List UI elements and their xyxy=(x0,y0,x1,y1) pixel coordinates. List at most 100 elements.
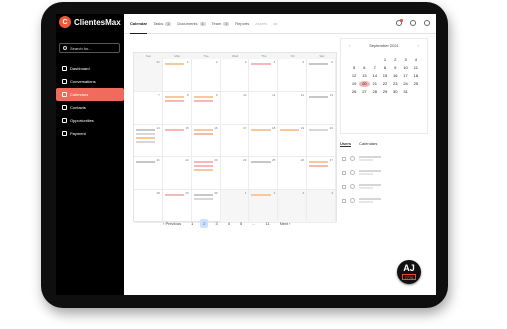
calendar-event[interactable] xyxy=(193,169,213,172)
mini-day[interactable]: 22 xyxy=(380,81,390,87)
user-row[interactable] xyxy=(340,198,428,203)
calendar-day-cell[interactable]: 2 xyxy=(191,59,221,92)
calendar-day-cell[interactable]: 21 xyxy=(134,157,163,191)
calendar-day-cell[interactable]: 18 xyxy=(249,124,279,158)
calendar-event[interactable] xyxy=(164,95,184,98)
mini-prev-button[interactable]: ‹ xyxy=(349,43,350,48)
sidebar-item-opportunities[interactable]: Opportunities xyxy=(56,114,124,127)
calendar-day-cell[interactable]: 20 xyxy=(307,124,336,158)
calendar-event[interactable] xyxy=(164,128,184,131)
mini-day[interactable]: 18 xyxy=(411,73,421,79)
calendar-event[interactable] xyxy=(309,63,329,65)
search-input[interactable]: Search for... xyxy=(59,43,120,53)
mini-day[interactable]: 10 xyxy=(400,65,410,71)
tab-documents[interactable]: Documents 1 xyxy=(177,14,206,34)
sidebar-item-dashboard[interactable]: Dashboard xyxy=(56,62,124,75)
mini-day[interactable]: 13 xyxy=(359,73,369,79)
mini-day[interactable]: 3 xyxy=(400,57,410,63)
mini-day[interactable]: 26 xyxy=(349,89,359,95)
calendar-event[interactable] xyxy=(309,165,329,168)
tab-calendar[interactable]: Calendar xyxy=(130,14,148,34)
calendar-event[interactable] xyxy=(309,128,329,131)
tab-reports[interactable]: Reports xyxy=(235,14,249,34)
calendar-event[interactable] xyxy=(136,140,156,143)
calendar-day-cell[interactable]: 3 xyxy=(220,59,250,92)
calendar-day-cell[interactable]: 25 xyxy=(249,157,279,191)
calendar-day-cell[interactable]: 10 xyxy=(220,91,250,125)
calendar-event[interactable] xyxy=(193,165,213,168)
mini-day[interactable]: 6 xyxy=(359,65,369,71)
calendar-event[interactable] xyxy=(193,99,213,102)
calendar-day-cell[interactable]: 4 xyxy=(307,190,336,223)
page-button[interactable]: 2 xyxy=(200,219,209,228)
mini-next-button[interactable]: › xyxy=(418,43,419,48)
calendar-event[interactable] xyxy=(193,198,213,201)
page-button[interactable]: 11 xyxy=(263,219,273,228)
calendar-day-cell[interactable]: 19 xyxy=(278,124,308,158)
tab-team[interactable]: Team 1 xyxy=(212,14,230,34)
calendar-event[interactable] xyxy=(193,132,213,135)
sidebar-item-contacts[interactable]: Contacts xyxy=(56,101,124,114)
calendar-day-cell[interactable]: 14 xyxy=(134,124,163,158)
calendar-day-cell[interactable]: 27 xyxy=(307,157,336,191)
calendar-day-cell[interactable]: 4 xyxy=(249,59,279,92)
calendar-event[interactable] xyxy=(280,128,300,131)
mini-day[interactable]: 28 xyxy=(370,89,380,95)
calendar-day-cell[interactable]: 5 xyxy=(278,59,308,92)
mini-day[interactable]: 2 xyxy=(390,57,400,63)
calendar-day-cell[interactable]: 24 xyxy=(220,157,250,191)
page-button[interactable]: 3 xyxy=(212,219,220,228)
mini-day[interactable]: 29 xyxy=(380,89,390,95)
calendar-event[interactable] xyxy=(164,99,184,102)
calendar-day-cell[interactable]: 1 xyxy=(162,59,192,92)
calendar-event[interactable] xyxy=(251,194,271,197)
calendar-day-cell[interactable]: 9 xyxy=(191,91,221,125)
mini-day[interactable]: 9 xyxy=(390,65,400,71)
mini-day[interactable]: 17 xyxy=(400,73,410,79)
calendar-day-cell[interactable]: 22 xyxy=(162,157,192,191)
mini-day[interactable]: 24 xyxy=(400,81,410,87)
mini-day[interactable]: 1 xyxy=(380,57,390,63)
user-icon[interactable] xyxy=(424,20,430,26)
mini-day[interactable]: 15 xyxy=(380,73,390,79)
calendar-day-cell[interactable]: 16 xyxy=(191,124,221,158)
calendar-event[interactable] xyxy=(309,95,329,98)
user-checkbox[interactable] xyxy=(342,156,346,161)
calendar-day-cell[interactable]: 23 xyxy=(191,157,221,191)
mini-day[interactable]: 31 xyxy=(400,89,410,95)
calendar-day-cell[interactable]: 31 xyxy=(134,59,163,92)
mini-day[interactable]: 30 xyxy=(390,89,400,95)
mini-day[interactable]: 12 xyxy=(349,73,359,79)
calendar-event[interactable] xyxy=(309,161,329,164)
calendar-day-cell[interactable]: 26 xyxy=(278,157,308,191)
calendar-event[interactable] xyxy=(136,161,156,164)
calendar-event[interactable] xyxy=(193,128,213,131)
calendar-event[interactable] xyxy=(193,161,213,164)
calendar-day-cell[interactable]: 13 xyxy=(307,91,336,125)
calendar-event[interactable] xyxy=(164,63,184,65)
calendar-event[interactable] xyxy=(164,194,184,197)
tab-calendars[interactable]: Calendars xyxy=(359,141,377,147)
mini-day[interactable]: 16 xyxy=(390,73,400,79)
more-tabs-button[interactable]: ••• xyxy=(273,21,277,26)
mini-day[interactable]: 4 xyxy=(411,57,421,63)
mini-day[interactable]: 7 xyxy=(370,65,380,71)
calendar-event[interactable] xyxy=(251,63,271,65)
tab-assets[interactable]: Assets xyxy=(255,14,267,34)
tab-tasks[interactable]: Tasks 1 xyxy=(153,14,172,34)
mini-day[interactable]: 8 xyxy=(380,65,390,71)
bell-icon[interactable] xyxy=(396,19,403,26)
sidebar-item-calendars[interactable]: Calendars xyxy=(56,88,124,101)
calendar-event[interactable] xyxy=(136,128,156,131)
sidebar-item-conversations[interactable]: Conversations xyxy=(56,75,124,88)
calendar-event[interactable] xyxy=(251,161,271,164)
calendar-day-cell[interactable]: 11 xyxy=(249,91,279,125)
calendar-event[interactable] xyxy=(193,95,213,98)
calendar-day-cell[interactable]: 15 xyxy=(162,124,192,158)
next-page-button[interactable]: Next › xyxy=(277,219,294,228)
mini-day[interactable]: 25 xyxy=(411,81,421,87)
calendar-day-cell[interactable]: 8 xyxy=(162,91,192,125)
mini-day[interactable]: 19 xyxy=(349,81,359,87)
calendar-event[interactable] xyxy=(136,136,156,139)
gear-icon[interactable] xyxy=(410,20,416,26)
